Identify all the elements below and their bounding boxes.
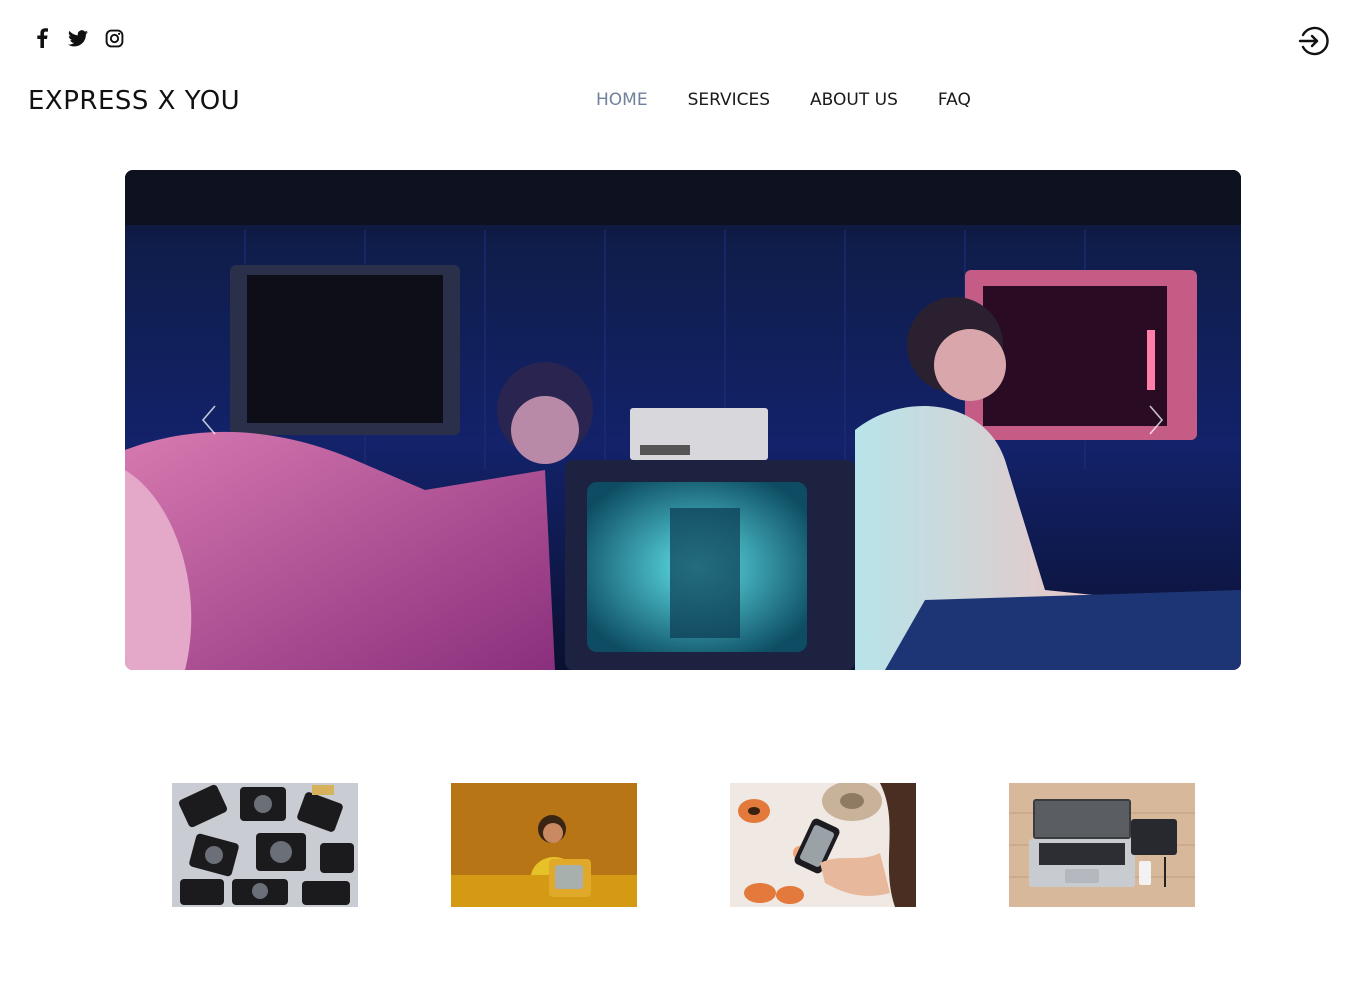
food-phone-photo [730,783,916,907]
hero-carousel [125,170,1241,670]
carousel-prev-button[interactable] [189,390,229,450]
carousel-next-button[interactable] [1136,390,1176,450]
gallery-item-laptop-desk[interactable] [1009,783,1195,907]
login-icon [1298,26,1329,56]
cameras-photo [172,783,358,907]
gallery-item-cameras[interactable] [172,783,358,907]
hero-image [125,170,1241,670]
twitter-icon[interactable] [68,28,88,48]
main-nav: HOME SERVICES ABOUT US FAQ [596,90,971,110]
woman-with-tv-photo [451,783,637,907]
chevron-left-icon [201,405,216,435]
nav-item-about-us[interactable]: ABOUT US [810,90,898,110]
brand-logo[interactable]: EXPRESS X YOU [28,86,240,116]
chevron-right-icon [1149,405,1164,435]
gallery-item-woman-tv[interactable] [451,783,637,907]
login-button[interactable] [1297,25,1329,57]
laptop-desk-photo [1009,783,1195,907]
gallery-item-food-phone[interactable] [730,783,916,907]
nav-item-faq[interactable]: FAQ [938,90,971,110]
social-links [32,28,124,48]
facebook-icon[interactable] [32,28,52,48]
instagram-icon[interactable] [104,28,124,48]
nav-item-services[interactable]: SERVICES [688,90,770,110]
nav-item-home[interactable]: HOME [596,90,648,110]
